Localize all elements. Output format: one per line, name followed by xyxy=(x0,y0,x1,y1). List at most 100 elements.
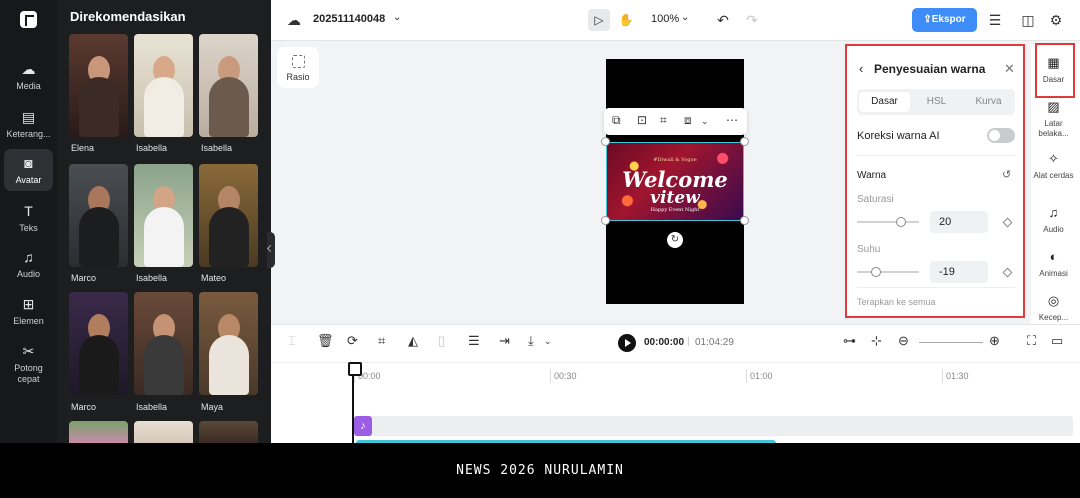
timeline-panel: ⌶ 🗑 ⟳ ⌗ ◭ ▯ ☰ ⇥ ⤓ ⌄ 00:00:00 | 01:04:29 … xyxy=(271,324,1080,443)
tab-curves[interactable]: Kurva xyxy=(963,92,1014,112)
sidebar-item-background[interactable]: ▨ Latar belaka... xyxy=(1031,100,1076,139)
audio-track-icon[interactable]: ♪ xyxy=(354,416,372,436)
zoom-slider[interactable] xyxy=(919,342,983,343)
avatar-card[interactable] xyxy=(69,292,128,395)
replay-icon[interactable]: ⟳ xyxy=(347,333,358,349)
avatar-body xyxy=(143,207,184,267)
select-pointer-icon[interactable]: ▷ xyxy=(588,9,610,31)
sidebar-item-animation[interactable]: ◐ Animasi xyxy=(1031,250,1076,279)
redo-icon[interactable]: ↷ xyxy=(741,9,763,31)
cloud-save-icon[interactable]: ☁ xyxy=(283,9,305,31)
split-panel-icon[interactable]: ◫ xyxy=(1017,9,1039,31)
fullscreen-icon[interactable]: ⛶ xyxy=(1027,333,1036,349)
rail-item-elements[interactable]: ⊞ Elemen xyxy=(4,296,53,326)
layers-icon[interactable]: ☰ xyxy=(984,9,1006,31)
avatar-body xyxy=(78,207,119,267)
trim-icon[interactable]: ⇥ xyxy=(499,333,510,349)
chevron-down-icon[interactable]: ⌄ xyxy=(393,12,401,23)
close-icon[interactable]: ✕ xyxy=(1004,61,1015,77)
resize-handle[interactable] xyxy=(601,216,610,225)
rail-item-avatar[interactable]: ◙ Avatar xyxy=(4,149,53,191)
playhead[interactable] xyxy=(348,362,362,443)
play-button[interactable] xyxy=(618,334,636,352)
clip-text-top: #Diwali & Vogue xyxy=(653,157,697,163)
clip-context-toolbar: ⧉ ⊡ ⌗ ⧈ ⌄ ⋯ xyxy=(604,108,747,135)
download-chevron-icon[interactable]: ⌄ xyxy=(544,336,552,347)
ruler-tick: 00:30 xyxy=(550,369,577,383)
aspect-ratio-button[interactable]: Rasio xyxy=(277,47,319,88)
zoom-in-icon[interactable]: ⊕ xyxy=(989,333,1000,349)
text-clear-icon[interactable]: ☰ xyxy=(468,333,480,349)
hand-pan-icon[interactable]: ✋ xyxy=(615,9,637,31)
keyframe-diamond-icon[interactable] xyxy=(1002,267,1013,278)
rail-item-label: Audio xyxy=(16,269,41,279)
avatar-card[interactable] xyxy=(199,34,258,137)
dropdown-chevron-icon[interactable]: ⌄ xyxy=(701,116,709,127)
left-nav-rail: ☁ Media ▤ Keterang... ◙ Avatar T Teks ♫ Audio… xyxy=(0,0,57,443)
rail-item-audio[interactable]: ♫ Audio xyxy=(4,249,53,279)
avatar-card[interactable] xyxy=(199,164,258,267)
more-options-icon[interactable]: ⋯ xyxy=(726,113,738,127)
avatar-card[interactable] xyxy=(134,292,193,395)
saturation-slider-knob[interactable] xyxy=(896,217,906,227)
split-clip-icon[interactable]: ⊹ xyxy=(871,333,882,349)
rail-item-quick-cut[interactable]: ✂ Potong cepat xyxy=(4,343,53,385)
avatar-card[interactable] xyxy=(199,421,258,443)
avatar-card[interactable] xyxy=(199,292,258,395)
zoom-level[interactable]: 100% xyxy=(651,13,679,25)
tab-basic[interactable]: Dasar xyxy=(859,92,910,112)
avatar-card[interactable] xyxy=(134,34,193,137)
saturation-label: Saturasi xyxy=(857,194,894,205)
selected-clip[interactable]: #Diwali & Vogue Welcome vitew Happy Even… xyxy=(606,142,744,221)
apply-to-all-link[interactable]: Terapkan ke semua xyxy=(857,297,936,307)
tab-hsl[interactable]: HSL xyxy=(911,92,962,112)
time-separator: | xyxy=(687,336,690,347)
ai-correction-toggle[interactable] xyxy=(987,128,1015,143)
avatar-card[interactable] xyxy=(69,164,128,267)
replace-media-icon[interactable]: ⧉ xyxy=(612,113,621,128)
mask-icon[interactable]: ⧈ xyxy=(684,113,692,128)
rail-item-media[interactable]: ☁ Media xyxy=(4,61,53,91)
color-adjustment-panel: ‹ Penyesuaian warna ✕ Dasar HSL Kurva Ko… xyxy=(845,44,1025,318)
avatar-body xyxy=(78,335,119,395)
avatar-card[interactable] xyxy=(134,421,193,443)
resize-handle[interactable] xyxy=(601,137,610,146)
snap-icon[interactable]: ⊶ xyxy=(843,333,856,349)
export-button[interactable]: ⇪Ekspor xyxy=(912,8,977,32)
resize-handle[interactable] xyxy=(740,216,749,225)
rail-item-text[interactable]: T Teks xyxy=(4,203,53,233)
delete-icon[interactable]: 🗑 xyxy=(317,333,334,349)
avatar-card[interactable] xyxy=(134,164,193,267)
crop-icon[interactable]: ⌗ xyxy=(378,333,385,349)
comment-icon[interactable]: ▭ xyxy=(1051,333,1063,349)
mirror-icon[interactable]: ▯ xyxy=(438,333,445,349)
avatar-card[interactable] xyxy=(69,34,128,137)
zoom-chevron-icon[interactable]: ⌄ xyxy=(681,12,689,23)
temperature-input[interactable]: -19 xyxy=(930,261,988,283)
app-logo-icon[interactable] xyxy=(20,11,37,28)
resize-handle[interactable] xyxy=(740,137,749,146)
download-icon[interactable]: ⤓ xyxy=(528,333,534,349)
rail-item-captions[interactable]: ▤ Keterang... xyxy=(4,109,53,139)
project-name[interactable]: 202511140048 xyxy=(313,13,385,25)
settings-gear-icon[interactable]: ⚙ xyxy=(1045,9,1067,31)
zoom-out-icon[interactable]: ⊖ xyxy=(898,333,909,349)
temperature-slider-knob[interactable] xyxy=(871,267,881,277)
sidebar-item-speed[interactable]: ◎ Kecep... xyxy=(1031,294,1076,323)
saturation-input[interactable]: 20 xyxy=(930,211,988,233)
temperature-slider-track[interactable] xyxy=(857,271,919,273)
crop-icon[interactable]: ⌗ xyxy=(660,113,667,128)
keyframe-diamond-icon[interactable] xyxy=(1002,217,1013,228)
undo-icon[interactable]: ↶ xyxy=(712,9,734,31)
rotate-icon[interactable]: ↻ xyxy=(667,232,683,248)
avatar-card[interactable] xyxy=(69,421,128,443)
flip-icon[interactable]: ◭ xyxy=(408,333,418,349)
sidebar-item-smart-tools[interactable]: ✧ Alat cerdas xyxy=(1031,152,1076,181)
reset-icon[interactable]: ↺ xyxy=(1002,168,1011,181)
back-chevron-icon[interactable]: ‹ xyxy=(859,61,863,76)
saturation-slider-track[interactable] xyxy=(857,221,919,223)
sidebar-item-audio[interactable]: ♫ Audio xyxy=(1031,206,1076,235)
fit-frame-icon[interactable]: ⊡ xyxy=(637,113,647,127)
audio-track[interactable] xyxy=(354,416,1073,436)
split-icon[interactable]: ⌶ xyxy=(288,333,296,349)
